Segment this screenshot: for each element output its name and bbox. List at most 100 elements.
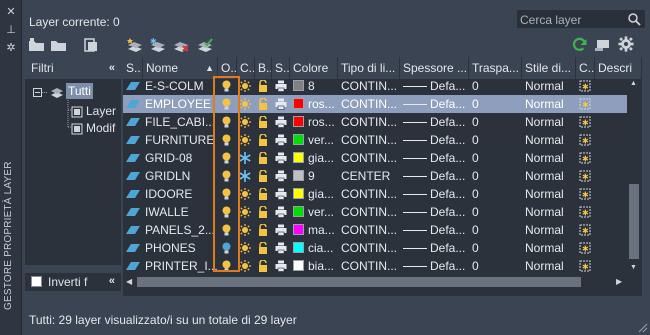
- layer-name[interactable]: GRID-08: [145, 149, 217, 167]
- layer-transparency[interactable]: 0: [472, 95, 520, 113]
- layer-transparency[interactable]: 0: [472, 221, 520, 239]
- layer-row[interactable]: E-S-COLM 8 CONTIN... Defa... 0 Normal ✱: [123, 77, 631, 95]
- scroll-right-arrow-icon[interactable]: ▶: [616, 277, 622, 286]
- layer-name[interactable]: PHONES: [145, 239, 217, 257]
- layer-name[interactable]: IWALLE: [145, 203, 217, 221]
- layer-name[interactable]: E-S-COLM: [145, 77, 217, 95]
- unlocked-padlock-icon[interactable]: [258, 206, 268, 218]
- new-vp-freeze-icon[interactable]: ✱: [579, 242, 591, 254]
- tree-item-modified[interactable]: Modif: [86, 121, 115, 135]
- bulb-on-icon[interactable]: [222, 188, 231, 200]
- new-group-filter-icon[interactable]: [50, 37, 68, 53]
- thawed-sun-icon[interactable]: [239, 260, 251, 272]
- layer-list[interactable]: S.. Nome ▲ O.. C.. B.. S.. Colore Tipo di…: [123, 57, 642, 296]
- layer-states-manager-icon[interactable]: [82, 37, 100, 53]
- layer-lineweight[interactable]: Defa...: [430, 221, 468, 239]
- layer-color-name[interactable]: bia...: [308, 257, 338, 275]
- color-swatch[interactable]: [293, 242, 304, 253]
- layer-plot-style[interactable]: Normal: [525, 113, 575, 131]
- column-new-vp-freeze[interactable]: C..: [576, 57, 595, 79]
- layer-name[interactable]: GRIDLN: [145, 167, 217, 185]
- layer-linetype[interactable]: CENTER: [341, 167, 399, 185]
- layer-row[interactable]: IDOORE gia... CONTIN... Defa... 0 Normal ✱: [123, 185, 631, 203]
- layer-color-name[interactable]: gia...: [308, 185, 338, 203]
- unlocked-padlock-icon[interactable]: [258, 116, 268, 128]
- invert-filter-row[interactable]: Inverti f: [25, 273, 121, 291]
- new-property-filter-icon[interactable]: [28, 37, 46, 53]
- layer-linetype[interactable]: CONTIN...: [341, 149, 399, 167]
- horizontal-scrollbar[interactable]: ◀ ▶: [123, 275, 627, 289]
- properties-icon[interactable]: ✲: [5, 42, 17, 54]
- layer-linetype[interactable]: CONTIN...: [341, 257, 399, 275]
- layer-color-name[interactable]: ver...: [308, 203, 338, 221]
- bulb-on-icon[interactable]: [222, 80, 231, 92]
- layer-color-name[interactable]: ver...: [308, 131, 338, 149]
- layer-lineweight[interactable]: Defa...: [430, 77, 468, 95]
- refresh-icon[interactable]: [571, 37, 589, 53]
- resize-grip-icon[interactable]: [638, 323, 648, 333]
- color-swatch[interactable]: [293, 170, 304, 181]
- column-lineweight[interactable]: Spessore ...: [400, 57, 469, 79]
- layer-row[interactable]: IWALLE ver... CONTIN... Defa... 0 Normal ✱: [123, 203, 631, 221]
- column-freeze[interactable]: C..: [237, 57, 255, 79]
- layer-row[interactable]: PANELS_2... ma... CONTIN... Defa... 0 Normal ✱: [123, 221, 631, 239]
- layer-linetype[interactable]: CONTIN...: [341, 77, 399, 95]
- tree-item-all[interactable]: Tutti: [66, 83, 93, 99]
- new-layer-vp-frozen-icon[interactable]: ✱: [149, 37, 167, 53]
- layer-transparency[interactable]: 0: [472, 239, 520, 257]
- layer-linetype[interactable]: CONTIN...: [341, 95, 399, 113]
- unlocked-padlock-icon[interactable]: [258, 98, 268, 110]
- thawed-sun-icon[interactable]: [239, 116, 251, 128]
- color-swatch[interactable]: [293, 134, 304, 145]
- unlocked-padlock-icon[interactable]: [258, 224, 268, 236]
- printer-icon[interactable]: [275, 98, 287, 110]
- layer-color-name[interactable]: gia...: [308, 149, 338, 167]
- color-swatch[interactable]: [293, 188, 304, 199]
- bulb-on-icon[interactable]: [222, 152, 231, 164]
- unlocked-padlock-icon[interactable]: [258, 80, 268, 92]
- layer-color-name[interactable]: 9: [308, 167, 338, 185]
- collapse-left-icon[interactable]: «: [109, 62, 115, 74]
- new-vp-freeze-icon[interactable]: ✱: [579, 170, 591, 182]
- layer-plot-style[interactable]: Normal: [525, 203, 575, 221]
- column-plot[interactable]: S..: [272, 57, 290, 79]
- layer-transparency[interactable]: 0: [472, 131, 520, 149]
- layer-lineweight[interactable]: Defa...: [430, 257, 468, 275]
- layer-plot-style[interactable]: Normal: [525, 185, 575, 203]
- bulb-on-icon[interactable]: [222, 98, 231, 110]
- layer-row[interactable]: PRINTER_I... bia... CONTIN... Defa... 0 Norma…: [123, 257, 631, 275]
- color-swatch[interactable]: [293, 80, 304, 91]
- bulb-off-icon[interactable]: [222, 242, 231, 254]
- layer-name[interactable]: FURNITURE: [145, 131, 217, 149]
- layer-lineweight[interactable]: Defa...: [430, 95, 468, 113]
- thawed-sun-icon[interactable]: [239, 188, 251, 200]
- column-name[interactable]: Nome ▲: [143, 57, 218, 79]
- column-transparency[interactable]: Traspa...: [469, 57, 522, 79]
- layer-lineweight[interactable]: Defa...: [430, 185, 468, 203]
- printer-icon[interactable]: [275, 152, 287, 164]
- scroll-down-arrow-icon[interactable]: ▼: [630, 264, 637, 271]
- unlocked-padlock-icon[interactable]: [258, 152, 268, 164]
- thawed-sun-icon[interactable]: [239, 224, 251, 236]
- layer-linetype[interactable]: CONTIN...: [341, 239, 399, 257]
- bulb-on-icon[interactable]: [222, 206, 231, 218]
- layer-plot-style[interactable]: Normal: [525, 149, 575, 167]
- printer-icon[interactable]: [275, 116, 287, 128]
- printer-icon[interactable]: [275, 134, 287, 146]
- gear-icon[interactable]: [617, 36, 635, 52]
- thawed-sun-icon[interactable]: [239, 80, 251, 92]
- unlocked-padlock-icon[interactable]: [258, 170, 268, 182]
- new-vp-freeze-icon[interactable]: ✱: [579, 260, 591, 272]
- color-swatch[interactable]: [293, 260, 304, 271]
- column-plot-style[interactable]: Stile di...: [522, 57, 576, 79]
- search-input[interactable]: [520, 12, 626, 27]
- layer-plot-style[interactable]: Normal: [525, 257, 575, 275]
- column-description[interactable]: Descri: [595, 57, 642, 79]
- column-linetype[interactable]: Tipo di li...: [338, 57, 400, 79]
- bulb-on-icon[interactable]: [222, 116, 231, 128]
- layer-row[interactable]: FILE_CABI... ros... CONTIN... Defa... 0 Norma…: [123, 113, 631, 131]
- layer-linetype[interactable]: CONTIN...: [341, 131, 399, 149]
- layer-plot-style[interactable]: Normal: [525, 131, 575, 149]
- column-color[interactable]: Colore: [290, 57, 338, 79]
- layer-transparency[interactable]: 0: [472, 77, 520, 95]
